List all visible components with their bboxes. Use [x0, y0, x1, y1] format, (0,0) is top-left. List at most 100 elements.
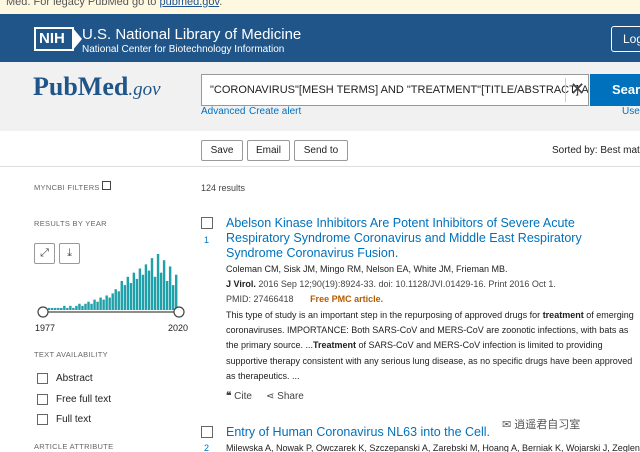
legacy-banner: Med. For legacy PubMed go to pubmed.gov.: [0, 0, 640, 14]
send-to-button[interactable]: Send to: [294, 140, 348, 161]
year-bar[interactable]: [87, 301, 90, 310]
year-bar[interactable]: [126, 276, 130, 310]
share-button[interactable]: ⋖ Share: [266, 391, 304, 402]
year-bar[interactable]: [147, 270, 151, 310]
result-number: 2: [204, 443, 210, 452]
year-bar[interactable]: [63, 305, 66, 310]
results-by-year-heading: RESULTS BY YEAR: [34, 219, 107, 228]
abstract-filter-checkbox[interactable]: [37, 373, 48, 384]
year-bar[interactable]: [165, 280, 169, 310]
year-bar[interactable]: [57, 307, 60, 310]
year-bar[interactable]: [78, 303, 81, 310]
year-bar[interactable]: [162, 260, 166, 310]
ncbi-subtitle: National Center for Biotechnology Inform…: [82, 44, 285, 55]
year-bar[interactable]: [108, 297, 111, 310]
search-area: PubMed.gov "CORONAVIRUS"[MESH TERMS] AND…: [0, 62, 640, 131]
year-bar[interactable]: [150, 258, 154, 310]
year-bar[interactable]: [168, 266, 172, 310]
close-icon[interactable]: ✕: [565, 78, 589, 102]
nlm-title[interactable]: U.S. National Library of Medicine: [82, 26, 301, 43]
year-slider-start-handle[interactable]: [37, 306, 49, 318]
result-journal[interactable]: J Virol.: [226, 279, 256, 289]
year-bar[interactable]: [159, 272, 163, 310]
year-bar[interactable]: [129, 283, 133, 310]
year-bar[interactable]: [120, 280, 123, 310]
pubmed-logo[interactable]: PubMed.gov: [33, 72, 161, 102]
user-guide-link[interactable]: User: [622, 106, 640, 117]
year-bar[interactable]: [144, 264, 148, 310]
year-bar[interactable]: [105, 295, 108, 310]
year-bar[interactable]: [114, 289, 117, 310]
year-bar[interactable]: [93, 299, 96, 310]
year-bar[interactable]: [75, 305, 78, 310]
year-bar[interactable]: [174, 274, 178, 310]
year-slider-end-handle[interactable]: [173, 306, 185, 318]
full-text-checkbox[interactable]: [37, 414, 48, 425]
year-bar[interactable]: [153, 276, 157, 310]
year-bar[interactable]: [135, 278, 139, 310]
year-bar[interactable]: [48, 307, 51, 310]
results-by-year-histogram[interactable]: [36, 248, 186, 318]
sort-select[interactable]: Sorted by: Best match: [552, 145, 640, 156]
year-bar[interactable]: [132, 272, 136, 310]
results-count: 124 results: [201, 183, 246, 193]
legacy-pubmed-link[interactable]: pubmed.gov: [159, 0, 219, 8]
year-bar[interactable]: [60, 307, 63, 310]
cite-button[interactable]: ❝ Cite: [226, 391, 252, 402]
year-bar[interactable]: [123, 285, 126, 310]
year-bar[interactable]: [51, 307, 54, 310]
result-citation-details: 2016 Sep 12;90(19):8924-33. doi: 10.1128…: [255, 279, 556, 289]
year-start-label: 1977: [35, 323, 56, 333]
free-pmc-badge[interactable]: Free PMC article.: [310, 294, 383, 304]
year-bar[interactable]: [84, 303, 87, 310]
cite-label: Cite: [234, 391, 252, 402]
save-button[interactable]: Save: [201, 140, 243, 161]
result-number: 1: [204, 235, 210, 245]
year-bar[interactable]: [156, 254, 160, 310]
article-attribute-heading: ARTICLE ATTRIBUTE: [34, 442, 114, 451]
nih-logo[interactable]: NIH: [34, 27, 82, 51]
pubmed-logo-suffix: .gov: [128, 79, 161, 100]
external-link-icon[interactable]: [102, 181, 111, 190]
abstract-filter-label[interactable]: Abstract: [56, 373, 93, 384]
year-bar[interactable]: [90, 303, 93, 310]
nih-header: NIH U.S. National Library of Medicine Na…: [0, 14, 640, 62]
result-snippet: This type of study is an important step …: [226, 308, 636, 384]
login-button[interactable]: Log: [611, 26, 640, 52]
free-full-text-checkbox[interactable]: [37, 394, 48, 405]
pubmed-logo-text: PubMed: [33, 72, 129, 101]
year-bar[interactable]: [117, 291, 120, 310]
year-bar[interactable]: [141, 274, 145, 310]
year-bar[interactable]: [138, 268, 142, 310]
snippet-highlight-2: Treatment: [313, 340, 357, 351]
search-button[interactable]: Search: [590, 74, 640, 106]
legacy-banner-text: Med. For legacy PubMed go to: [6, 0, 160, 8]
search-input[interactable]: "CORONAVIRUS"[MESH TERMS] AND "TREATMENT…: [201, 74, 589, 106]
full-text-label[interactable]: Full text: [56, 414, 91, 425]
myncbi-filters-heading[interactable]: MYNCBI FILTERS: [34, 183, 100, 192]
year-end-label: 2020: [168, 323, 189, 333]
email-button[interactable]: Email: [247, 140, 290, 161]
year-bar[interactable]: [72, 307, 75, 310]
year-bar[interactable]: [81, 305, 84, 310]
result-title-link[interactable]: Abelson Kinase Inhibitors Are Potent Inh…: [226, 216, 626, 261]
share-icon: ⋖: [266, 391, 275, 402]
advanced-search-link[interactable]: Advanced: [201, 106, 245, 117]
year-bar[interactable]: [111, 293, 114, 310]
year-bar[interactable]: [99, 297, 102, 310]
wechat-watermark: ✉ 逍遥君自习室: [502, 416, 640, 436]
share-label: Share: [277, 391, 304, 402]
year-bar[interactable]: [66, 307, 69, 310]
result-checkbox[interactable]: [201, 426, 213, 438]
year-bar[interactable]: [171, 285, 175, 310]
year-bar[interactable]: [96, 301, 99, 310]
create-alert-link[interactable]: Create alert: [249, 106, 301, 117]
year-bar[interactable]: [54, 307, 57, 310]
free-full-text-label[interactable]: Free full text: [56, 394, 111, 405]
result-checkbox[interactable]: [201, 217, 213, 229]
result-pmid-line: PMID: 27466418 Free PMC article.: [226, 294, 383, 304]
quote-icon: ❝: [226, 391, 232, 402]
year-bar[interactable]: [69, 305, 72, 310]
year-bar[interactable]: [102, 299, 105, 310]
snippet-highlight-1: treatment: [542, 310, 584, 320]
